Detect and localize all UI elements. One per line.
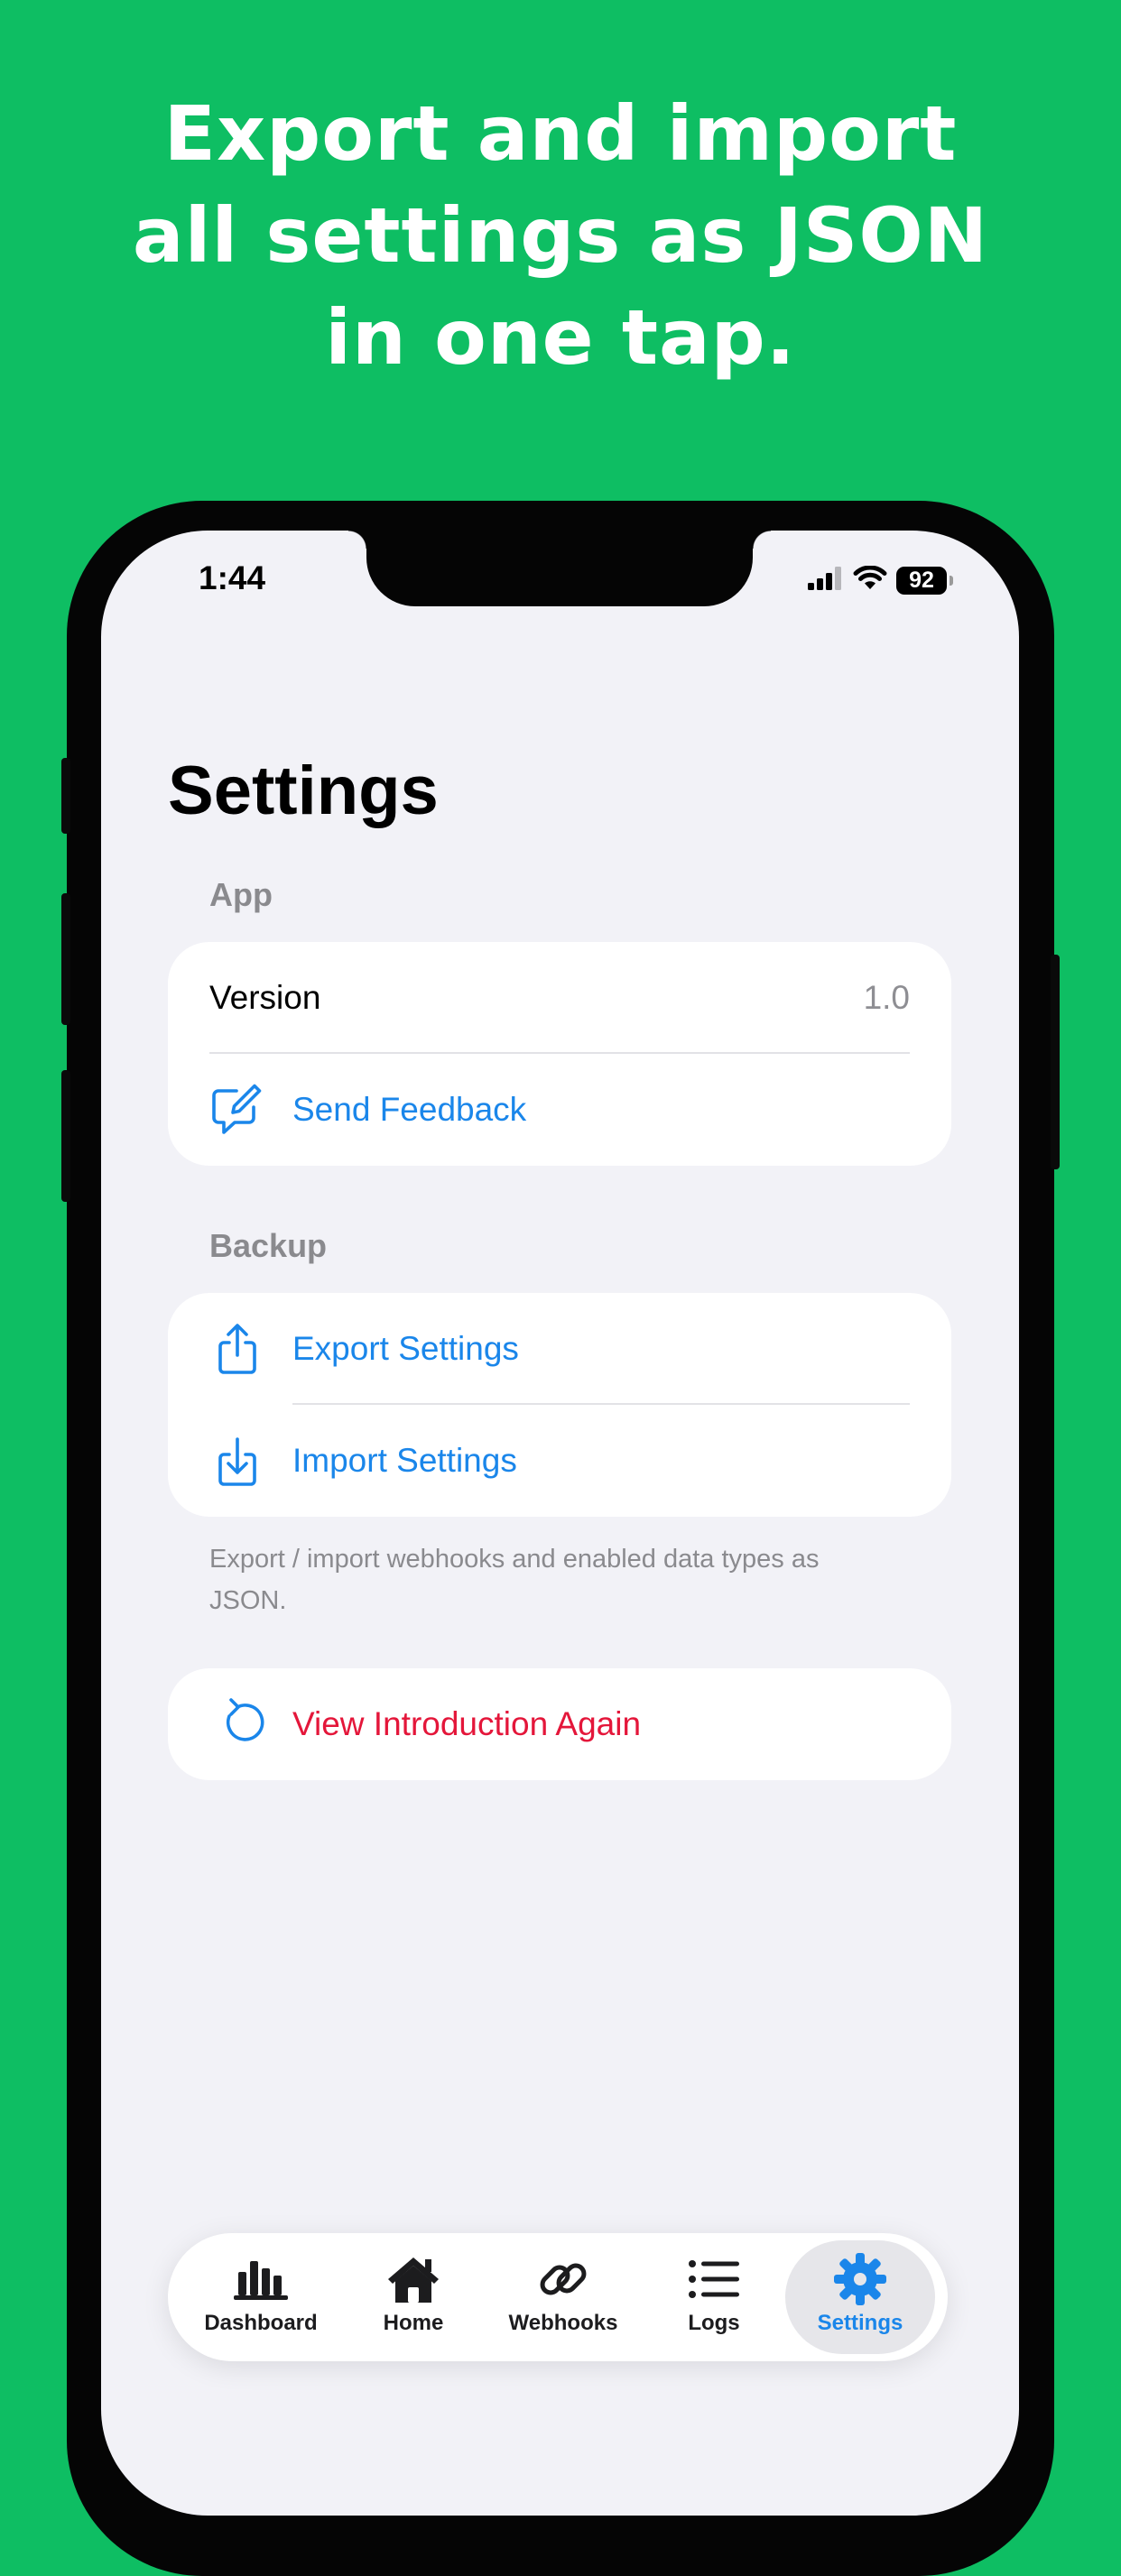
version-value: 1.0 — [863, 979, 910, 1016]
battery-icon: 92 — [896, 566, 953, 595]
tab-dashboard[interactable]: Dashboard — [186, 2240, 336, 2354]
power-button — [1051, 955, 1060, 1169]
wifi-icon — [853, 565, 887, 596]
tab-settings[interactable]: Settings — [785, 2240, 935, 2354]
tab-logs[interactable]: Logs — [639, 2240, 789, 2354]
intro-section-card: View Introduction Again — [168, 1668, 951, 1780]
status-time: 1:44 — [199, 559, 266, 596]
notch — [348, 531, 771, 606]
bar-chart-icon — [234, 2249, 288, 2309]
backup-footnote: Export / import webhooks and enabled dat… — [209, 1545, 820, 1615]
tab-home[interactable]: Home — [338, 2240, 488, 2354]
tab-label: Settings — [817, 2311, 903, 2335]
marketing-headline: Export and import all settings as JSON i… — [0, 83, 1121, 389]
send-feedback-button[interactable]: Send Feedback — [168, 1054, 951, 1166]
view-introduction-button[interactable]: View Introduction Again — [168, 1668, 951, 1780]
import-settings-button[interactable]: Import Settings — [168, 1405, 951, 1517]
list-icon — [687, 2249, 741, 2309]
import-settings-label: Import Settings — [292, 1442, 517, 1479]
refresh-icon — [209, 1696, 265, 1752]
compose-feedback-icon — [209, 1082, 265, 1138]
tab-label: Home — [383, 2311, 444, 2335]
version-row: Version 1.0 — [168, 942, 951, 1054]
backup-section-card: Export Settings Import Settings — [168, 1293, 951, 1517]
view-introduction-label: View Introduction Again — [292, 1705, 642, 1742]
tab-label: Logs — [688, 2311, 740, 2335]
page-title: Settings — [168, 752, 439, 829]
silent-switch — [61, 758, 70, 834]
volume-down-button — [61, 1070, 70, 1202]
headline-line-3: in one tap. — [325, 293, 796, 382]
tab-label: Dashboard — [204, 2311, 318, 2335]
link-icon — [536, 2249, 590, 2309]
home-icon — [385, 2249, 441, 2309]
phone-screen: 1:44 92 Settings App Version 1.0 Send Fe… — [101, 531, 1019, 2516]
share-export-icon — [209, 1321, 265, 1377]
tab-bar: Dashboard Home Webhooks Logs Settings — [168, 2233, 948, 2361]
cellular-signal-icon — [808, 566, 844, 595]
volume-up-button — [61, 893, 70, 1025]
section-header-backup: Backup — [209, 1227, 328, 1264]
send-feedback-label: Send Feedback — [292, 1091, 527, 1128]
version-label: Version — [209, 979, 321, 1016]
download-import-icon — [209, 1433, 265, 1489]
gear-icon — [832, 2249, 888, 2309]
app-section-card: Version 1.0 Send Feedback — [168, 942, 951, 1166]
status-icons: 92 — [808, 565, 953, 596]
export-settings-button[interactable]: Export Settings — [168, 1293, 951, 1405]
section-header-app: App — [209, 876, 273, 913]
export-settings-label: Export Settings — [292, 1330, 519, 1367]
tab-label: Webhooks — [508, 2311, 618, 2335]
tab-webhooks[interactable]: Webhooks — [488, 2240, 638, 2354]
headline-line-2: all settings as JSON — [132, 191, 989, 280]
headline-line-1: Export and import — [163, 89, 958, 178]
